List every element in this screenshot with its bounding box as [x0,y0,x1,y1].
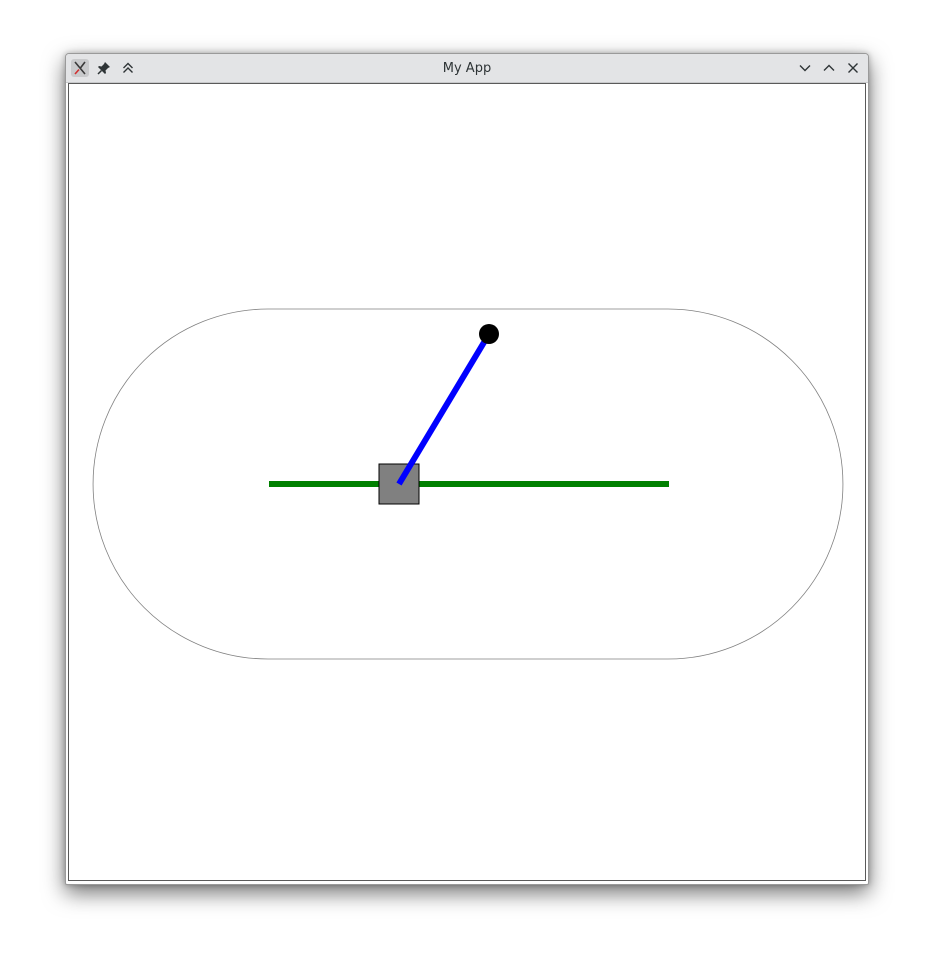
chevron-down-icon [799,65,811,72]
pole [396,332,492,486]
pin-icon [97,62,110,75]
canvas-area[interactable] [68,83,866,881]
cart-pole-scene [92,308,844,660]
minimize-button[interactable] [796,59,814,77]
window-title: My App [442,61,492,76]
maximize-button[interactable] [820,59,838,77]
double-chevron-up-icon [123,62,133,73]
keep-above-button[interactable] [119,59,137,77]
app-logo-icon [74,61,86,75]
pole-bob[interactable] [479,324,499,344]
close-button[interactable] [844,59,862,77]
chevron-up-icon [823,64,835,71]
app-window: My App [65,53,869,885]
app-menu-button[interactable] [71,59,89,77]
pin-button[interactable] [95,59,113,77]
title-bar[interactable]: My App [66,54,868,83]
close-icon [848,63,858,73]
